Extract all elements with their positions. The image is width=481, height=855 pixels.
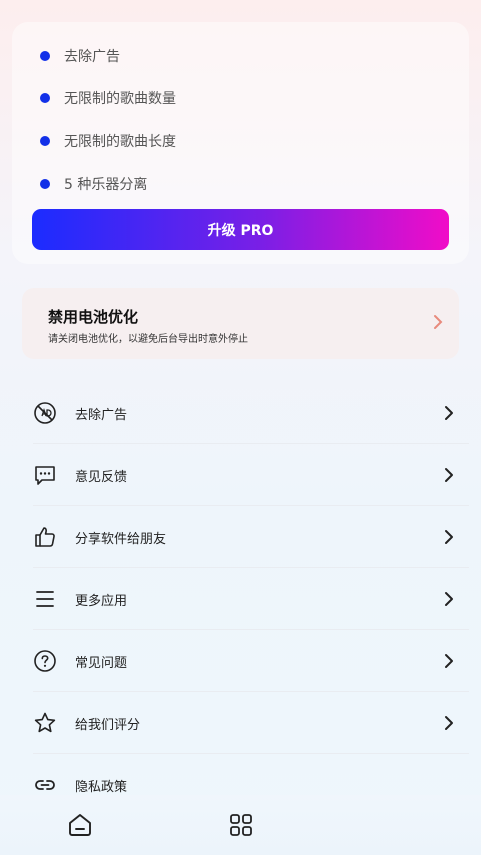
battery-title: 禁用电池优化: [48, 308, 139, 326]
battery-subtitle: 请关闭电池优化，以避免后台导出时意外停止: [48, 334, 248, 345]
chevron-right-icon: [445, 654, 453, 668]
pro-upgrade-card: 去除广告 无限制的歌曲数量 无限制的歌曲长度 5 种乐器分离 升级 PRO: [12, 22, 469, 264]
menu-item-label: 意见反馈: [75, 470, 128, 485]
thumbs-up-icon: [33, 525, 57, 549]
battery-optimization-card[interactable]: 禁用电池优化 请关闭电池优化，以避免后台导出时意外停止: [22, 288, 459, 359]
menu-item-label: 隐私政策: [75, 780, 128, 795]
question-icon: [33, 649, 57, 673]
apps-grid-icon[interactable]: [228, 812, 254, 838]
star-icon: [33, 711, 57, 735]
home-icon[interactable]: [67, 812, 93, 838]
chevron-right-icon: [434, 315, 443, 329]
menu-item-feedback[interactable]: 意见反馈: [0, 444, 481, 506]
link-icon: [33, 773, 57, 797]
menu-item-more-apps[interactable]: 更多应用: [0, 568, 481, 630]
menu-item-label: 给我们评分: [75, 718, 141, 733]
feature-item: 无限制的歌曲数量: [40, 88, 176, 108]
chevron-right-icon: [445, 530, 453, 544]
feature-item: 5 种乐器分离: [40, 174, 147, 194]
feature-item: 去除广告: [40, 46, 120, 66]
menu-item-label: 分享软件给朋友: [75, 532, 167, 547]
menu-lines-icon: [33, 587, 57, 611]
chevron-right-icon: [445, 592, 453, 606]
bullet-dot: [40, 51, 50, 61]
settings-list: 去除广告 意见反馈 分享软件给朋友 更多应用 常见问题 给我们评分 隐私政策: [0, 382, 481, 816]
bullet-dot: [40, 93, 50, 103]
menu-item-label: 常见问题: [75, 656, 128, 671]
menu-item-label: 去除广告: [75, 408, 128, 423]
bottom-navigation: [0, 795, 481, 855]
feature-item: 无限制的歌曲长度: [40, 131, 176, 151]
bullet-dot: [40, 179, 50, 189]
chevron-right-icon: [445, 468, 453, 482]
menu-item-remove-ads[interactable]: 去除广告: [0, 382, 481, 444]
menu-item-rate-us[interactable]: 给我们评分: [0, 692, 481, 754]
chevron-right-icon: [445, 406, 453, 420]
bullet-dot: [40, 136, 50, 146]
menu-item-faq[interactable]: 常见问题: [0, 630, 481, 692]
menu-item-label: 更多应用: [75, 594, 128, 609]
no-ads-icon: [33, 401, 57, 425]
chevron-right-icon: [445, 716, 453, 730]
menu-item-share[interactable]: 分享软件给朋友: [0, 506, 481, 568]
feedback-icon: [33, 463, 57, 487]
upgrade-pro-button[interactable]: 升级 PRO: [32, 209, 449, 250]
